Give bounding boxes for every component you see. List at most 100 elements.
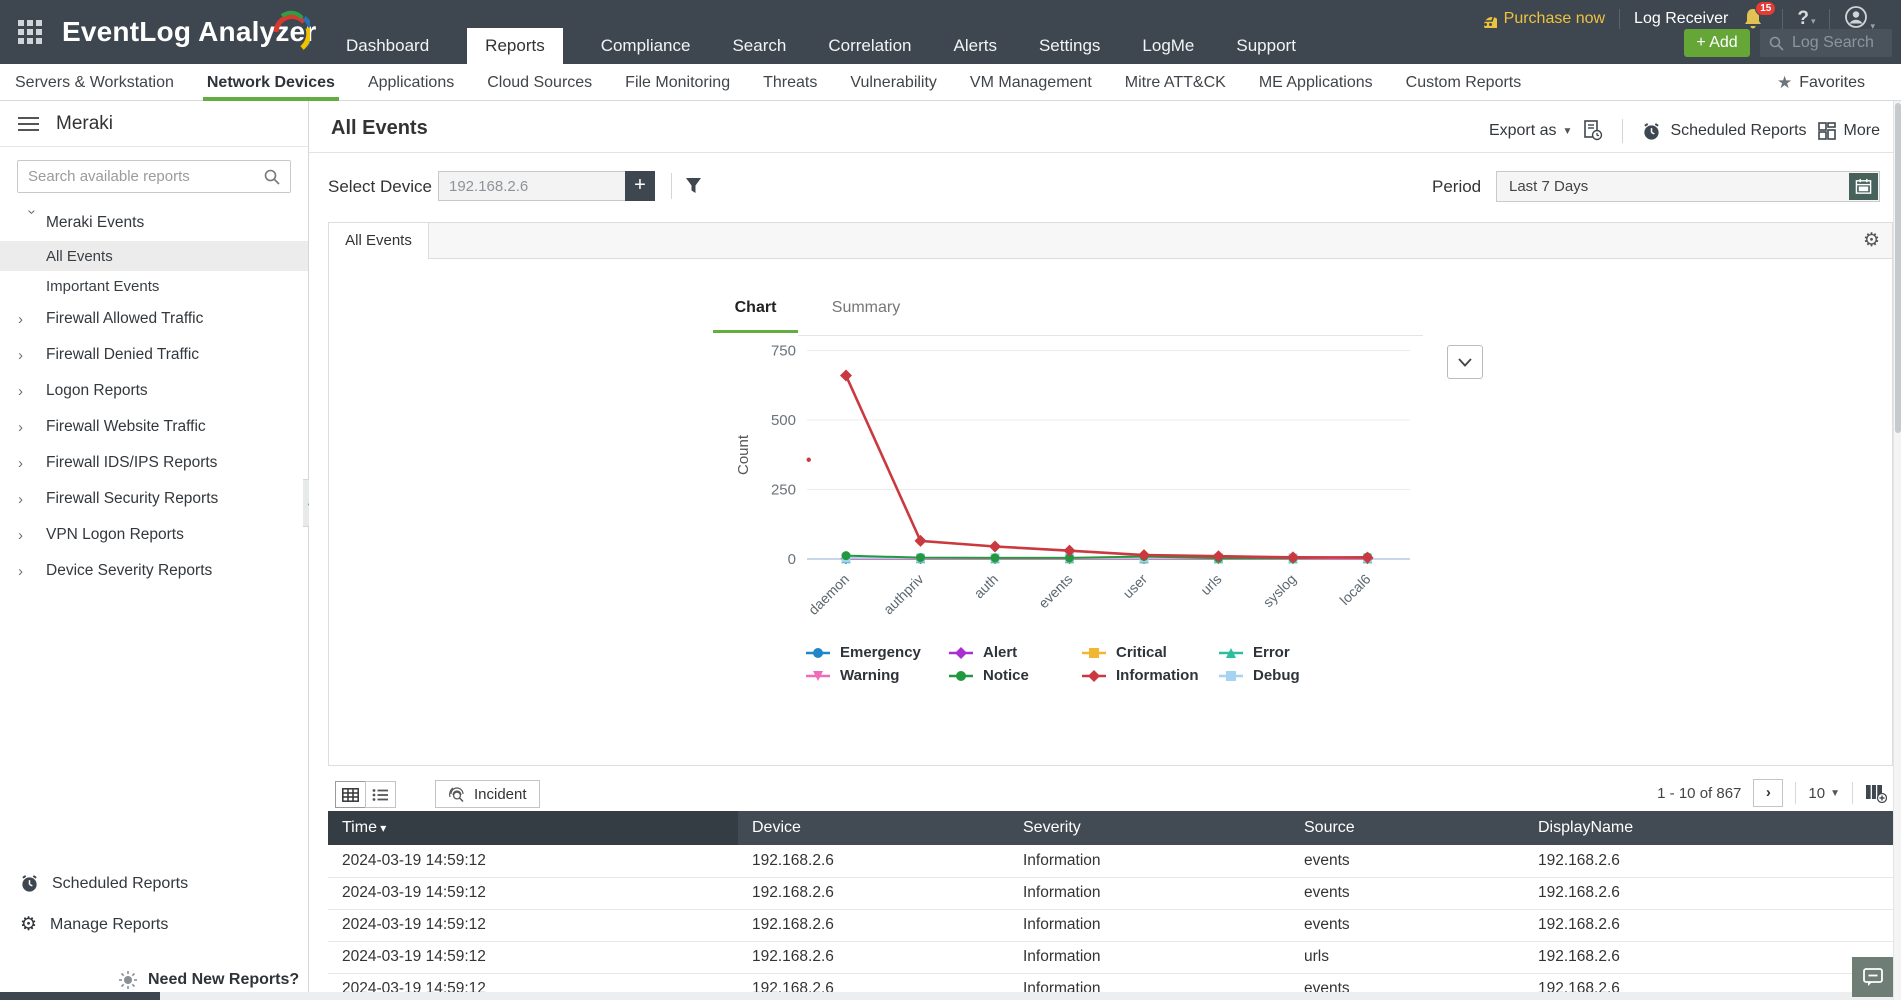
filter-funnel-icon[interactable]: [685, 177, 702, 200]
manage-reports-link[interactable]: ⚙ Manage Reports: [0, 913, 308, 936]
sort-desc-icon[interactable]: ▾: [377, 821, 386, 835]
purchase-now-link[interactable]: Purchase now: [1477, 10, 1605, 28]
sidebar-node-firewall-website-traffic[interactable]: ›Firewall Website Traffic: [0, 409, 308, 445]
device-input[interactable]: [438, 171, 625, 201]
legend-item-debug[interactable]: Debug: [1217, 664, 1367, 687]
nav-tab-support[interactable]: Support: [1232, 28, 1300, 64]
incident-button[interactable]: Incident: [435, 780, 540, 808]
add-button[interactable]: + Add: [1684, 29, 1750, 57]
vertical-scrollbar[interactable]: [1893, 101, 1901, 1000]
log-receiver-link[interactable]: Log Receiver: [1634, 10, 1728, 28]
chevron-collapsed-icon[interactable]: ›: [18, 311, 46, 328]
chevron-collapsed-icon[interactable]: ›: [18, 383, 46, 400]
subnav-tab-me-applications[interactable]: ME Applications: [1259, 64, 1373, 101]
subnav-tab-vulnerability[interactable]: Vulnerability: [850, 64, 937, 101]
sidebar-node-firewall-security-reports[interactable]: ›Firewall Security Reports: [0, 481, 308, 517]
vertical-scroll-thumb[interactable]: [1895, 103, 1901, 433]
nav-tab-compliance[interactable]: Compliance: [597, 28, 695, 64]
more-menu[interactable]: More: [1818, 122, 1880, 140]
chevron-collapsed-icon[interactable]: ›: [18, 419, 46, 436]
nav-tab-correlation[interactable]: Correlation: [824, 28, 915, 64]
log-search-input[interactable]: Log Search: [1760, 29, 1892, 57]
tab-chart[interactable]: Chart: [713, 299, 798, 333]
subnav-tab-applications[interactable]: Applications: [368, 64, 454, 101]
column-chooser-icon[interactable]: [1865, 784, 1887, 803]
grid-view-button[interactable]: [335, 781, 366, 808]
subnav-tab-vm-management[interactable]: VM Management: [970, 64, 1092, 101]
sidebar-node-firewall-denied-traffic[interactable]: ›Firewall Denied Traffic: [0, 337, 308, 373]
legend-item-alert[interactable]: Alert: [947, 641, 1080, 664]
subnav-tab-file-monitoring[interactable]: File Monitoring: [625, 64, 730, 101]
chevron-collapsed-icon[interactable]: ›: [18, 347, 46, 364]
chevron-collapsed-icon[interactable]: ›: [18, 527, 46, 544]
list-view-button[interactable]: [365, 781, 396, 808]
horizontal-scroll-thumb[interactable]: [0, 992, 160, 1000]
search-icon[interactable]: [264, 169, 280, 185]
legend-item-information[interactable]: Information: [1080, 664, 1217, 687]
legend-item-error[interactable]: Error: [1217, 641, 1367, 664]
legend-item-warning[interactable]: Warning: [804, 664, 947, 687]
favorites-button[interactable]: ★ Favorites: [1777, 64, 1865, 101]
need-new-reports-link[interactable]: Need New Reports?: [118, 970, 299, 990]
sidebar-node-device-severity-reports[interactable]: ›Device Severity Reports: [0, 553, 308, 589]
sidebar-menu-icon[interactable]: [18, 113, 39, 135]
period-select[interactable]: Last 7 Days: [1496, 171, 1880, 202]
chart-options-dropdown[interactable]: [1447, 345, 1483, 379]
subnav-tab-threats[interactable]: Threats: [763, 64, 817, 101]
subnav-tab-cloud-sources[interactable]: Cloud Sources: [487, 64, 592, 101]
table-row[interactable]: 2024-03-19 14:59:12192.168.2.6Informatio…: [328, 845, 1893, 877]
chevron-collapsed-icon[interactable]: ›: [18, 455, 46, 472]
sidebar-node-meraki-events[interactable]: ›Meraki Events: [0, 205, 308, 241]
table-row[interactable]: 2024-03-19 14:59:12192.168.2.6Informatio…: [328, 877, 1893, 909]
calendar-icon[interactable]: [1849, 173, 1878, 200]
legend-item-notice[interactable]: Notice: [947, 664, 1080, 687]
column-header-source[interactable]: Source: [1290, 811, 1524, 845]
horizontal-scrollbar[interactable]: [0, 992, 1893, 1000]
nav-tab-settings[interactable]: Settings: [1035, 28, 1104, 64]
subnav-tab-custom-reports[interactable]: Custom Reports: [1406, 64, 1522, 101]
help-menu[interactable]: ?▾: [1797, 8, 1815, 30]
export-history-icon[interactable]: [1583, 120, 1603, 142]
nav-tab-logme[interactable]: LogMe: [1138, 28, 1198, 64]
chevron-expanded-icon[interactable]: ›: [24, 209, 41, 237]
column-header-severity[interactable]: Severity: [1009, 811, 1290, 845]
scheduled-reports-link[interactable]: Scheduled Reports: [0, 874, 308, 893]
column-header-time[interactable]: Time ▾: [328, 811, 738, 845]
sidebar-item-important-events[interactable]: Important Events: [0, 271, 308, 301]
chevron-collapsed-icon[interactable]: ›: [18, 491, 46, 508]
legend-label: Critical: [1116, 644, 1167, 661]
nav-tab-reports[interactable]: Reports: [467, 28, 563, 64]
sidebar-node-firewall-ids-ips-reports[interactable]: ›Firewall IDS/IPS Reports: [0, 445, 308, 481]
page-size-select[interactable]: 10▼: [1808, 785, 1840, 802]
nav-tab-search[interactable]: Search: [728, 28, 790, 64]
panel-settings-gear-icon[interactable]: ⚙: [1863, 229, 1880, 252]
column-header-displayname[interactable]: DisplayName: [1524, 811, 1893, 845]
sidebar-node-vpn-logon-reports[interactable]: ›VPN Logon Reports: [0, 517, 308, 553]
add-device-button[interactable]: +: [625, 171, 655, 201]
sidebar-item-all-events[interactable]: All Events: [0, 241, 308, 271]
export-as-menu[interactable]: Export as▼: [1489, 122, 1573, 140]
table-row[interactable]: 2024-03-19 14:59:12192.168.2.6Informatio…: [328, 909, 1893, 941]
subnav-tab-servers-workstation[interactable]: Servers & Workstation: [15, 64, 174, 101]
legend-item-critical[interactable]: Critical: [1080, 641, 1217, 664]
table-row[interactable]: 2024-03-19 14:59:12192.168.2.6Informatio…: [328, 973, 1893, 992]
nav-tab-alerts[interactable]: Alerts: [950, 28, 1001, 64]
subnav-tab-network-devices[interactable]: Network Devices: [207, 64, 335, 101]
chevron-collapsed-icon[interactable]: ›: [18, 563, 46, 580]
next-page-button[interactable]: ›: [1753, 779, 1783, 807]
sidebar-search-input[interactable]: [28, 168, 264, 185]
subnav-tab-mitre-att-ck[interactable]: Mitre ATT&CK: [1125, 64, 1226, 101]
apps-waffle-icon[interactable]: [18, 20, 44, 46]
chart-plot-area[interactable]: [807, 370, 1374, 565]
table-row[interactable]: 2024-03-19 14:59:12192.168.2.6Informatio…: [328, 941, 1893, 973]
tab-summary[interactable]: Summary: [821, 299, 911, 317]
nav-tab-dashboard[interactable]: Dashboard: [342, 28, 433, 64]
scheduled-reports-button[interactable]: Scheduled Reports: [1642, 122, 1806, 141]
sidebar-node-firewall-allowed-traffic[interactable]: ›Firewall Allowed Traffic: [0, 301, 308, 337]
sidebar-node-logon-reports[interactable]: ›Logon Reports: [0, 373, 308, 409]
legend-item-emergency[interactable]: Emergency: [804, 641, 947, 664]
column-header-device[interactable]: Device: [738, 811, 1009, 845]
notifications-bell-icon[interactable]: 15: [1742, 7, 1768, 31]
chat-widget-button[interactable]: [1852, 957, 1893, 997]
panel-tab-all-events[interactable]: All Events: [328, 222, 429, 259]
